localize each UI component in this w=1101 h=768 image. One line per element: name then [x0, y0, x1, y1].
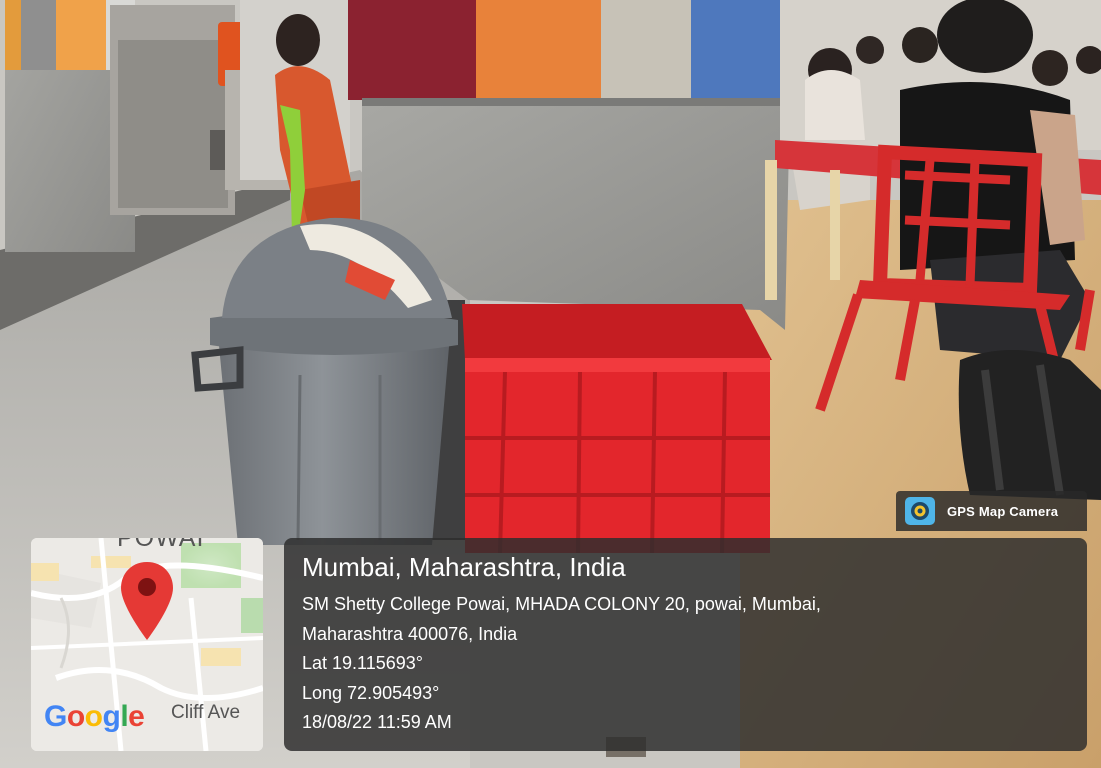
- latitude: Lat 19.115693°: [302, 653, 423, 673]
- google-logo: Google: [44, 700, 145, 733]
- address-line-2: Maharashtra 400076, India: [302, 623, 518, 644]
- map-street-label: Cliff Ave: [171, 702, 241, 723]
- location-info-card: Mumbai, Maharashtra, India SM Shetty Col…: [284, 538, 1087, 751]
- address-line-1: SM Shetty College Powai, MHADA COLONY 20…: [302, 594, 821, 614]
- location-title: Mumbai, Maharashtra, India: [302, 552, 626, 582]
- gps-map-camera-badge: GPS Map Camera: [896, 491, 1087, 531]
- backpack: [958, 350, 1101, 500]
- gps-camera-icon: [905, 497, 935, 525]
- map-area-label: POWAI: [117, 538, 205, 552]
- red-crate: [462, 304, 772, 554]
- timestamp: 18/08/22 11:59 AM: [302, 712, 452, 732]
- map-pin-icon: [121, 562, 173, 640]
- map-thumbnail: POWAI Google Cliff Ave: [31, 538, 263, 751]
- app-badge-label: GPS Map Camera: [947, 503, 1059, 519]
- longitude: Long 72.905493°: [302, 682, 440, 703]
- pillar-band: [348, 0, 476, 100]
